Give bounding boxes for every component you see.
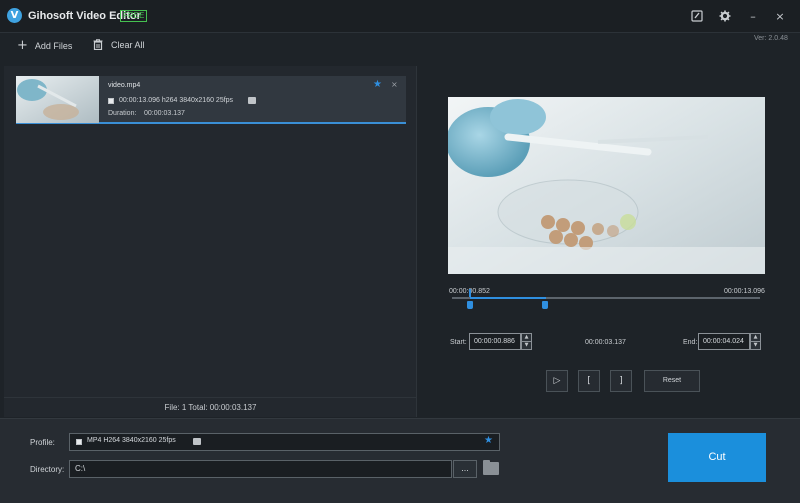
directory-input[interactable]	[69, 460, 452, 478]
directory-label: Directory:	[30, 465, 65, 474]
video-thumbnail	[16, 76, 99, 123]
feedback-button[interactable]	[690, 10, 704, 24]
duration-value: 00:00:03.137	[144, 110, 185, 117]
profile-value: MP4 H264 3840x2160 25fps	[87, 437, 176, 444]
browse-button[interactable]: ...	[453, 460, 477, 478]
mark-out-icon: ]	[619, 376, 623, 386]
file-checkbox[interactable]	[108, 98, 114, 104]
remove-file-icon[interactable]: ×	[391, 80, 398, 89]
clip-duration: 00:00:03.137	[585, 339, 626, 346]
gear-icon	[719, 10, 731, 22]
video-preview	[448, 97, 765, 274]
mark-in-button[interactable]: [	[578, 370, 600, 392]
open-folder-icon[interactable]	[483, 462, 499, 475]
duration-label: Duration:	[108, 110, 137, 117]
star-icon[interactable]: ★	[373, 79, 382, 90]
profile-checkbox[interactable]	[76, 439, 82, 445]
start-down-button[interactable]: ▼	[521, 342, 532, 350]
file-info: 00:00:13.096 h264 3840x2160 25fps	[119, 97, 234, 104]
reset-button[interactable]: Reset	[644, 370, 700, 392]
start-up-button[interactable]: ▲	[521, 333, 532, 342]
start-time-input[interactable]: 00:00:00.886	[469, 333, 521, 350]
start-label: Start:	[450, 339, 467, 346]
close-button[interactable]: ×	[773, 10, 787, 24]
settings-button[interactable]	[718, 10, 732, 24]
end-up-button[interactable]: ▲	[750, 333, 761, 342]
profile-edit-icon[interactable]	[193, 438, 201, 445]
cut-button[interactable]: Cut	[668, 433, 766, 482]
free-badge: FREE	[120, 10, 148, 22]
add-files-label: Add Files	[34, 40, 73, 51]
end-down-button[interactable]: ▼	[750, 342, 761, 350]
end-time-input[interactable]: 00:00:04.024	[698, 333, 750, 350]
play-icon: ▷	[553, 376, 561, 386]
clear-all-label: Clear All	[111, 39, 145, 50]
profile-star-icon[interactable]: ★	[484, 435, 493, 446]
total-time: 00:00:13.096	[724, 288, 765, 295]
end-handle[interactable]	[542, 301, 548, 309]
profile-label: Profile:	[30, 438, 55, 447]
end-label: End:	[683, 339, 698, 346]
app-logo-icon: V	[7, 8, 22, 23]
add-files-button[interactable]: + Add Files	[17, 39, 72, 52]
playhead[interactable]	[469, 289, 471, 297]
file-summary: File: 1 Total: 00:00:03.137	[4, 397, 417, 417]
minimize-button[interactable]: –	[746, 10, 760, 24]
clear-all-button[interactable]: Clear All	[93, 39, 145, 50]
edit-note-icon	[691, 10, 703, 22]
plus-icon: +	[17, 38, 28, 53]
timeline-selection	[470, 297, 546, 299]
end-time-stepper[interactable]: ▲ ▼	[750, 333, 761, 350]
start-handle[interactable]	[467, 301, 473, 309]
trash-icon	[93, 39, 103, 50]
version-label: Ver: 2.0.48	[754, 35, 788, 42]
edit-icon[interactable]	[248, 97, 256, 104]
play-button[interactable]: ▷	[546, 370, 568, 392]
start-time-stepper[interactable]: ▲ ▼	[521, 333, 532, 350]
directory-value: C:\	[75, 464, 86, 473]
file-name: video.mp4	[108, 82, 141, 89]
mark-in-icon: [	[587, 376, 591, 386]
mark-out-button[interactable]: ]	[610, 370, 632, 392]
